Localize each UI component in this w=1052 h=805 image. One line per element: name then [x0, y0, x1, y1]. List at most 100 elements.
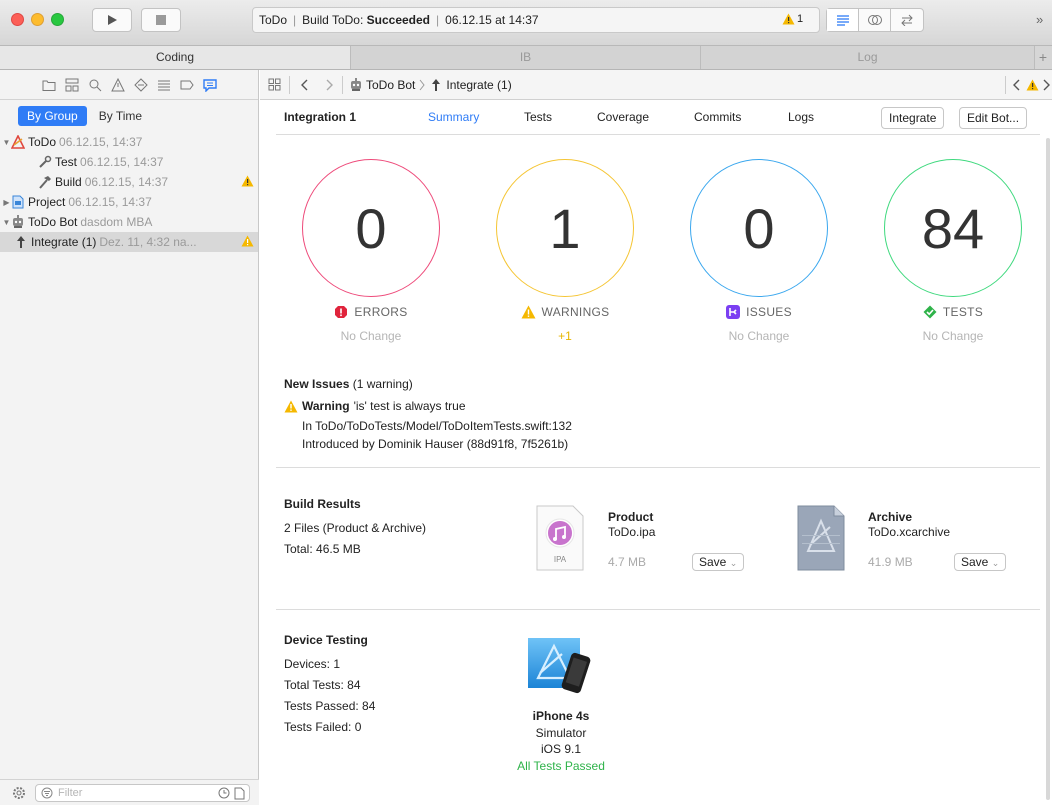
- previous-issue-icon[interactable]: [1012, 79, 1020, 91]
- filter-input[interactable]: Filter: [35, 784, 250, 802]
- next-issue-icon[interactable]: [1043, 79, 1051, 91]
- errors-ring: 0: [302, 159, 440, 297]
- tab-coverage[interactable]: Coverage: [597, 110, 649, 124]
- report-row-detail: 06.12.15, 14:37: [59, 135, 143, 149]
- report-row-build[interactable]: Build 06.12.15, 14:37: [0, 172, 258, 192]
- toolbar-overflow-button[interactable]: »: [1036, 12, 1043, 27]
- related-items-icon[interactable]: [268, 78, 281, 91]
- breadcrumb-chevron-icon: [419, 79, 425, 90]
- save-product-button[interactable]: Save ⌄: [692, 553, 745, 571]
- folder-icon[interactable]: [42, 78, 56, 92]
- new-issues-title: New Issues: [284, 377, 350, 391]
- build-files: 2 Files (Product & Archive): [284, 521, 427, 535]
- jumpbar-integration[interactable]: Integrate (1): [446, 78, 511, 92]
- debug-icon[interactable]: [157, 78, 171, 92]
- wrench-icon: [38, 155, 52, 169]
- issue-warning-icon[interactable]: [110, 77, 125, 92]
- report-icon[interactable]: [202, 78, 217, 92]
- simulator-app-icon[interactable]: [526, 636, 594, 696]
- report-row-integrate[interactable]: Integrate (1) Dez. 11, 4:32 na...: [0, 232, 258, 252]
- navigator-filter-bar: Filter: [0, 779, 259, 805]
- play-icon: [108, 15, 117, 25]
- by-time-button[interactable]: By Time: [99, 109, 142, 123]
- new-issues-heading: New Issues (1 warning): [284, 377, 413, 391]
- edit-bot-button[interactable]: Edit Bot...: [959, 107, 1028, 129]
- xcode-app-icon: [11, 135, 25, 149]
- minimize-window-button[interactable]: [31, 13, 44, 26]
- activity-viewer: ToDo | Build ToDo: Succeeded | 06.12.15 at 1…: [252, 7, 820, 33]
- search-icon[interactable]: [88, 78, 102, 92]
- tab-logs[interactable]: Logs: [788, 110, 814, 124]
- errors-caption: ERRORS: [271, 305, 471, 319]
- hierarchy-icon[interactable]: [65, 78, 79, 92]
- report-row-todo[interactable]: ▼ ToDo 06.12.15, 14:37: [0, 132, 258, 152]
- save-archive-button[interactable]: Save ⌄: [954, 553, 1007, 571]
- version-editor-button[interactable]: [891, 9, 923, 31]
- warning-text: 'is' test is always true: [353, 399, 466, 413]
- chevron-down-icon: ⌄: [729, 558, 738, 568]
- tab-ib[interactable]: IB: [351, 46, 701, 69]
- tests-change: No Change: [922, 329, 984, 343]
- forward-arrow-icon[interactable]: [326, 79, 334, 91]
- assistant-editor-button[interactable]: [859, 9, 891, 31]
- activity-app: ToDo: [259, 13, 288, 27]
- archive-title: Archive: [868, 510, 913, 524]
- tests-count: 84: [921, 196, 985, 260]
- standard-editor-button[interactable]: [827, 9, 859, 31]
- disclosure-open-icon[interactable]: ▼: [2, 218, 11, 227]
- warning-icon[interactable]: [1026, 79, 1039, 91]
- issues-label: ISSUES: [746, 305, 792, 319]
- report-row-detail: 06.12.15, 14:37: [84, 175, 169, 189]
- scrollbar-thumb[interactable]: [1046, 138, 1050, 800]
- warning-location[interactable]: In ToDo/ToDoTests/Model/ToDoItemTests.sw…: [302, 419, 572, 433]
- tab-log[interactable]: Log: [701, 46, 1035, 69]
- total-tests: Total Tests: 84: [284, 678, 361, 692]
- close-window-button[interactable]: [11, 13, 24, 26]
- report-row-test[interactable]: Test 06.12.15, 14:37: [0, 152, 258, 172]
- divider: [276, 134, 1040, 135]
- disclosure-closed-icon[interactable]: ▶: [2, 198, 11, 207]
- add-tab-button[interactable]: +: [1035, 46, 1051, 69]
- activity-warning-indicator[interactable]: 1: [782, 13, 803, 25]
- gear-icon[interactable]: [12, 786, 26, 800]
- device-type: Simulator: [535, 726, 587, 740]
- document-icon[interactable]: [234, 787, 245, 800]
- ipa-file-icon[interactable]: IPA: [535, 505, 585, 571]
- checkmark-icon: [923, 305, 937, 319]
- tab-bar: Coding IB Log +: [0, 46, 1052, 70]
- warning-introduced: Introduced by Dominik Hauser (88d91f8, 7…: [302, 437, 569, 451]
- group-toggle: By Group By Time: [0, 100, 258, 132]
- by-group-button[interactable]: By Group: [18, 106, 87, 126]
- run-button[interactable]: [92, 8, 132, 32]
- breakpoint-icon[interactable]: [180, 78, 194, 92]
- stop-button[interactable]: [141, 8, 181, 32]
- back-arrow-icon[interactable]: [300, 79, 308, 91]
- errors-change: No Change: [340, 329, 402, 343]
- report-row-project[interactable]: ▶ Project 06.12.15, 14:37: [0, 192, 258, 212]
- jumpbar-bot[interactable]: ToDo Bot: [366, 78, 415, 92]
- issues-ring: 0: [690, 159, 828, 297]
- tests-passed: Tests Passed: 84: [284, 699, 376, 713]
- issue-warning-row[interactable]: Warning 'is' test is always true: [284, 399, 466, 413]
- tab-coding[interactable]: Coding: [0, 46, 351, 69]
- warning-icon: [241, 175, 254, 187]
- zoom-window-button[interactable]: [51, 13, 64, 26]
- lines-icon: [836, 15, 849, 26]
- tab-summary[interactable]: Summary: [428, 110, 479, 124]
- test-diamond-icon[interactable]: [133, 77, 148, 92]
- integrate-button[interactable]: Integrate: [881, 107, 945, 129]
- report-row-bot[interactable]: ▼ ToDo Bot dasdom MBA: [0, 212, 258, 232]
- clock-icon[interactable]: [218, 787, 230, 799]
- device-name: iPhone 4s: [532, 709, 590, 723]
- tab-tests[interactable]: Tests: [524, 110, 552, 124]
- activity-build-label: Build ToDo:: [302, 13, 364, 27]
- activity-build-status: Succeeded: [366, 13, 431, 27]
- divider: [276, 467, 1040, 468]
- disclosure-open-icon[interactable]: ▼: [2, 138, 11, 147]
- tab-commits[interactable]: Commits: [694, 110, 741, 124]
- filter-placeholder: Filter: [58, 787, 83, 799]
- warning-count: 1: [797, 13, 804, 25]
- device-testing-title: Device Testing: [284, 633, 368, 647]
- xcarchive-file-icon[interactable]: [796, 505, 846, 571]
- warning-icon: [241, 235, 254, 247]
